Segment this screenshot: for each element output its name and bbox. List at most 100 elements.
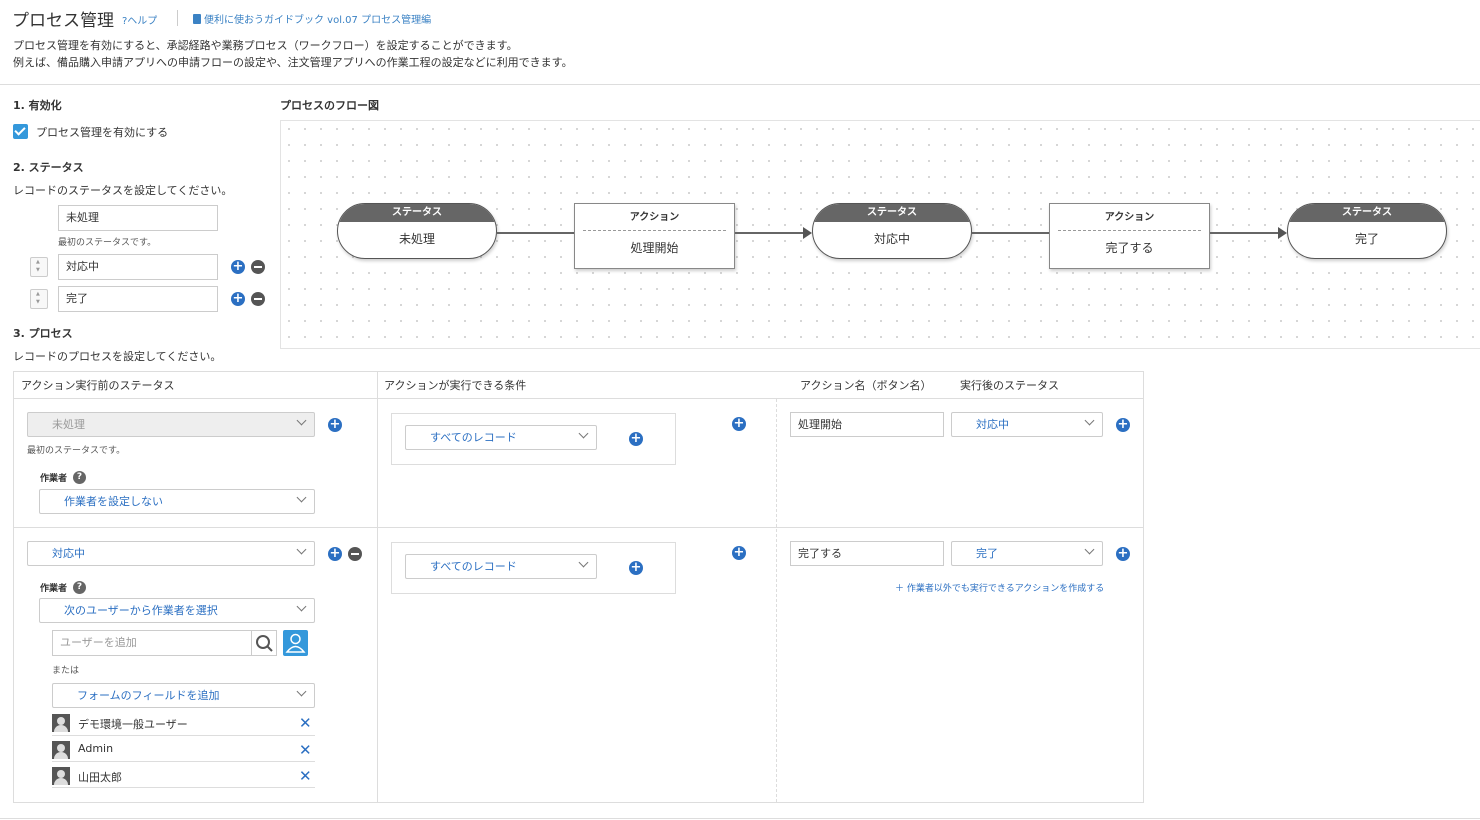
guidebook-link-label: 便利に使おうガイドブック vol.07 プロセス管理編 xyxy=(204,15,432,26)
row1-condition-value: すべてのレコード xyxy=(430,431,517,444)
flow-connector xyxy=(1210,232,1279,234)
process-description: レコードのプロセスを設定してください。 xyxy=(13,350,222,363)
row2-assignee-select[interactable]: 次のユーザーから作業者を選択 xyxy=(39,598,315,623)
header-divider xyxy=(177,10,178,26)
chevron-down-icon xyxy=(578,557,589,568)
flow-status-node-header: ステータス xyxy=(1288,204,1446,222)
add-status-icon[interactable]: + xyxy=(231,260,245,274)
status-input-1[interactable]: 未処理 xyxy=(58,205,218,231)
row2-action-name-input[interactable]: 完了する xyxy=(790,541,944,566)
flow-status-node: ステータス 対応中 xyxy=(812,203,972,259)
flow-connector xyxy=(972,232,1049,234)
remove-user-icon[interactable]: ✕ xyxy=(299,714,312,732)
row2-next-status-value: 完了 xyxy=(976,547,998,560)
chevron-down-icon xyxy=(296,415,307,426)
enable-heading: 1. 有効化 xyxy=(13,99,62,112)
chevron-down-icon xyxy=(1084,544,1095,555)
page-title: プロセス管理 xyxy=(12,11,114,31)
chevron-down-icon xyxy=(296,544,307,555)
search-button[interactable] xyxy=(251,630,277,656)
add-condition-group-icon[interactable]: + xyxy=(732,417,746,431)
flow-arrow-icon xyxy=(803,227,812,239)
avatar xyxy=(52,767,70,785)
add-action-icon[interactable]: + xyxy=(328,547,342,561)
row1-status-value: 未処理 xyxy=(52,418,85,431)
row1-assignee-label: 作業者 xyxy=(40,474,68,484)
col-header-condition: アクションが実行できる条件 xyxy=(384,379,527,392)
user-icon xyxy=(285,633,306,653)
remove-action-icon[interactable] xyxy=(348,547,362,561)
table-header-divider xyxy=(14,398,1143,399)
add-next-action-icon[interactable]: + xyxy=(1116,418,1130,432)
chevron-down-icon xyxy=(296,686,307,697)
add-next-action-icon[interactable]: + xyxy=(1116,547,1130,561)
flow-connector xyxy=(735,232,804,234)
table-col-divider xyxy=(377,372,378,802)
enable-checkbox-label[interactable]: プロセス管理を有効にする xyxy=(36,124,168,140)
sort-handle-icon[interactable] xyxy=(30,289,48,309)
row1-assignee-value: 作業者を設定しない xyxy=(64,495,163,508)
flow-connector xyxy=(497,232,574,234)
footer-divider xyxy=(0,818,1480,819)
row2-next-status-select[interactable]: 完了 xyxy=(951,541,1103,566)
add-extra-action-label: 作業者以外でも実行できるアクションを作成する xyxy=(906,584,1105,594)
chevron-down-icon xyxy=(296,601,307,612)
help-icon[interactable]: ? xyxy=(73,471,86,484)
add-action-icon[interactable]: + xyxy=(328,418,342,432)
row1-status-select: 未処理 xyxy=(27,412,315,437)
help-link[interactable]: ?ヘルプ xyxy=(122,12,157,27)
table-col-divider xyxy=(776,399,777,802)
flow-status-node: ステータス 完了 xyxy=(1287,203,1447,259)
add-condition-icon[interactable]: + xyxy=(629,432,643,446)
description-line-1: プロセス管理を有効にすると、承認経路や業務プロセス（ワークフロー）を設定すること… xyxy=(13,39,518,52)
help-icon[interactable]: ? xyxy=(73,581,86,594)
row1-first-status-note: 最初のステータスです。 xyxy=(27,446,126,456)
field-select[interactable]: フォームのフィールドを追加 xyxy=(52,683,315,708)
flow-arrow-icon xyxy=(1278,227,1287,239)
col-header-before-status: アクション実行前のステータス xyxy=(21,379,175,392)
flow-action-node-header: アクション xyxy=(1058,204,1201,231)
flow-action-node-header: アクション xyxy=(583,204,726,231)
add-extra-action-link[interactable]: ＋ 作業者以外でも実行できるアクションを作成する xyxy=(895,581,1104,594)
add-condition-icon[interactable]: + xyxy=(629,561,643,575)
remove-user-icon[interactable]: ✕ xyxy=(299,767,312,785)
chevron-down-icon xyxy=(296,492,307,503)
chevron-down-icon xyxy=(1084,415,1095,426)
user-search-input[interactable]: ユーザーを追加 xyxy=(52,630,252,656)
status-input-2[interactable]: 対応中 xyxy=(58,254,218,280)
col-header-action-name: アクション名（ボタン名） xyxy=(800,379,932,392)
enable-checkbox[interactable] xyxy=(13,124,28,139)
row1-condition-select[interactable]: すべてのレコード xyxy=(405,425,597,450)
row1-next-status-select[interactable]: 対応中 xyxy=(951,412,1103,437)
first-status-note: 最初のステータスです。 xyxy=(58,238,157,248)
add-status-icon[interactable]: + xyxy=(231,292,245,306)
row1-next-status-value: 対応中 xyxy=(976,418,1009,431)
guidebook-link[interactable]: 便利に使おうガイドブック vol.07 プロセス管理編 xyxy=(193,11,431,26)
assignee-user-name: Admin xyxy=(78,742,114,755)
flow-status-node-label: 未処理 xyxy=(398,232,435,246)
flow-action-node: アクション 完了する xyxy=(1049,203,1210,269)
remove-status-icon[interactable] xyxy=(251,292,265,306)
row2-assignee-value: 次のユーザーから作業者を選択 xyxy=(64,604,218,617)
row2-condition-select[interactable]: すべてのレコード xyxy=(405,554,597,579)
header-divider-line xyxy=(0,84,1480,85)
chevron-down-icon xyxy=(578,428,589,439)
row1-action-name-input[interactable]: 処理開始 xyxy=(790,412,944,437)
remove-user-icon[interactable]: ✕ xyxy=(299,741,312,759)
user-select-button[interactable] xyxy=(283,630,308,656)
flow-action-node: アクション 処理開始 xyxy=(574,203,735,269)
flow-status-node-label: 完了 xyxy=(1354,232,1379,246)
search-icon xyxy=(256,635,273,652)
flow-heading: プロセスのフロー図 xyxy=(280,99,379,112)
flow-action-node-label: 完了する xyxy=(1105,241,1154,255)
row2-status-value: 対応中 xyxy=(52,547,85,560)
remove-status-icon[interactable] xyxy=(251,260,265,274)
status-description: レコードのステータスを設定してください。 xyxy=(13,184,233,197)
flow-action-node-label: 処理開始 xyxy=(630,241,679,255)
row2-status-select[interactable]: 対応中 xyxy=(27,541,315,566)
status-input-3[interactable]: 完了 xyxy=(58,286,218,312)
sort-handle-icon[interactable] xyxy=(30,257,48,277)
add-condition-group-icon[interactable]: + xyxy=(732,546,746,560)
row1-assignee-select[interactable]: 作業者を設定しない xyxy=(39,489,315,514)
assignee-user-name: 山田太郎 xyxy=(78,771,122,784)
